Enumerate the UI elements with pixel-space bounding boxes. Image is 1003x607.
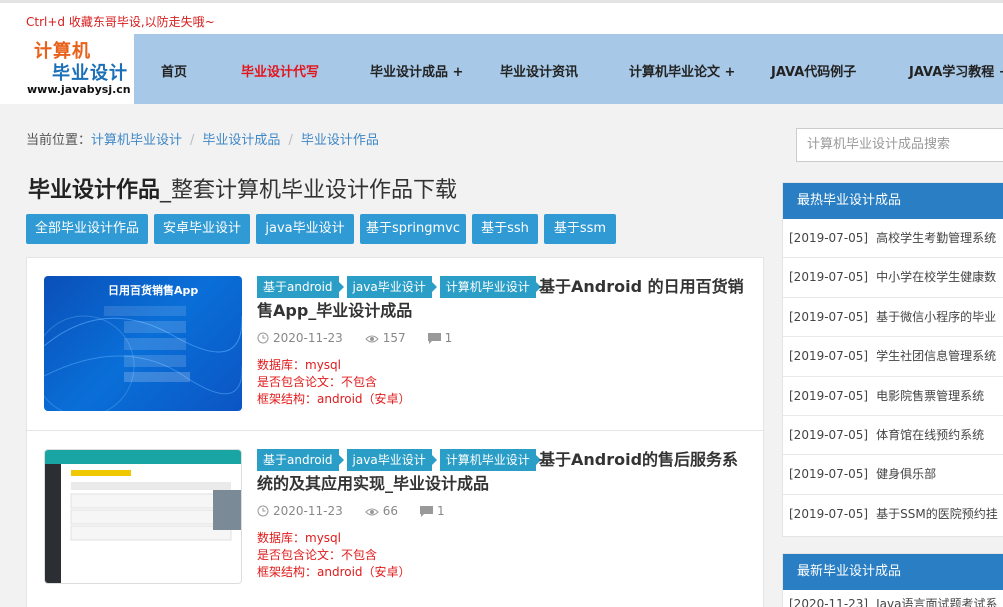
logo-domain: www.javabysj.cn: [27, 83, 131, 96]
nav-java-tutorials[interactable]: JAVA学习教程 +: [909, 61, 1003, 80]
nav-design-news[interactable]: 毕业设计资讯: [500, 61, 578, 80]
hot-list-item[interactable]: [2019-07-05] 基于微信小程序的毕业: [783, 298, 1003, 338]
thumbnail-title: 日用百货销售App: [108, 284, 199, 297]
nav-finished-designs[interactable]: 毕业设计成品 +: [370, 61, 463, 80]
breadcrumb-separator: /: [190, 133, 195, 148]
list-item: 基于android java毕业设计 计算机毕业设计 基于Android的售后服务系…: [27, 430, 763, 602]
hot-panel-title: 最热毕业设计成品: [783, 183, 1003, 219]
item-date: 2020-11-23: [257, 504, 343, 518]
item-date: 2020-11-23: [257, 331, 343, 345]
breadcrumb-link-3[interactable]: 毕业设计作品: [301, 133, 379, 148]
item-info: 数据库：mysql 是否包含论文：不包含 框架结构：android（安卓）: [257, 530, 411, 581]
nav-java-examples[interactable]: JAVA代码例子: [771, 61, 856, 80]
filter-springmvc[interactable]: 基于springmvc: [360, 214, 466, 244]
thumbnail-graphic: [45, 450, 241, 583]
item-title[interactable]: 基于Android 的日用百货销售App_毕业设计成品: [257, 275, 747, 323]
page-title: 毕业设计作品_整套计算机毕业设计作品下载: [28, 172, 457, 204]
logo-line-2: 毕业设计: [52, 63, 128, 84]
site-logo[interactable]: 计算机 毕业设计 www.javabysj.cn: [0, 34, 134, 104]
sidebar-search-input[interactable]: 计算机毕业设计成品搜索: [796, 128, 1003, 162]
page-title-sub: _整套计算机毕业设计作品下载: [160, 178, 458, 203]
clock-icon: [257, 505, 269, 517]
item-thumbnail[interactable]: 日用百货销售App: [44, 276, 242, 411]
filter-ssm[interactable]: 基于ssm: [544, 214, 616, 244]
item-info: 数据库：mysql 是否包含论文：不包含 框架结构：android（安卓）: [257, 357, 411, 408]
bookmark-tip: Ctrl+d 收藏东哥毕设,以防走失哦~: [26, 15, 215, 29]
comment-icon: [427, 333, 441, 344]
list-item: 日用百货销售App 基于android java毕业设计 计算机毕业设计 基于And…: [27, 258, 763, 430]
item-thumbnail[interactable]: [44, 449, 242, 584]
breadcrumb: 当前位置：计算机毕业设计 / 毕业设计成品 / 毕业设计作品: [26, 129, 379, 148]
hot-list-item[interactable]: [2019-07-05] 中小学在校学生健康数: [783, 258, 1003, 298]
item-database: 数据库：mysql: [257, 531, 341, 545]
item-thesis: 是否包含论文：不包含: [257, 375, 378, 389]
newest-panel: 最新毕业设计成品 [2020-11-23] Java语言面试题考试系: [782, 553, 1003, 607]
item-title[interactable]: 基于Android的售后服务系统的及其应用实现_毕业设计成品: [257, 448, 747, 496]
item-framework: 框架结构：android（安卓）: [257, 565, 411, 579]
item-views: 157: [365, 331, 406, 345]
item-thesis: 是否包含论文：不包含: [257, 548, 378, 562]
item-meta: 2020-11-23 157 1: [257, 331, 474, 345]
filter-all[interactable]: 全部毕业设计作品: [26, 214, 148, 244]
hot-list-item[interactable]: [2019-07-05] 健身俱乐部: [783, 455, 1003, 495]
eye-icon: [365, 335, 379, 343]
newest-panel-title: 最新毕业设计成品: [783, 554, 1003, 590]
hot-list-item[interactable]: [2019-07-05] 高校学生考勤管理系统: [783, 219, 1003, 259]
hot-list-item[interactable]: [2019-07-05] 学生社团信息管理系统: [783, 337, 1003, 377]
breadcrumb-link-1[interactable]: 计算机毕业设计: [91, 133, 182, 148]
hot-list-item[interactable]: [2019-07-05] 体育馆在线预约系统: [783, 416, 1003, 456]
item-comments: 1: [420, 504, 445, 518]
hot-list-item[interactable]: [2019-07-05] 基于SSM的医院预约挂: [783, 495, 1003, 534]
filter-android[interactable]: 安卓毕业设计: [154, 214, 250, 244]
item-comments: 1: [427, 331, 452, 345]
eye-icon: [365, 508, 379, 516]
comment-icon: [420, 506, 434, 517]
item-meta: 2020-11-23 66 1: [257, 504, 467, 518]
article-list: 日用百货销售App 基于android java毕业设计 计算机毕业设计 基于And…: [26, 257, 764, 607]
breadcrumb-prefix: 当前位置：: [26, 133, 92, 148]
breadcrumb-separator: /: [288, 133, 293, 148]
clock-icon: [257, 332, 269, 344]
hot-panel: 最热毕业设计成品 [2019-07-05] 高校学生考勤管理系统 [2019-07…: [782, 182, 1003, 537]
top-notice-bar: Ctrl+d 收藏东哥毕设,以防走失哦~: [0, 0, 1003, 34]
nav-design-service[interactable]: 毕业设计代写: [241, 61, 319, 80]
breadcrumb-link-2[interactable]: 毕业设计成品: [202, 133, 280, 148]
item-database: 数据库：mysql: [257, 358, 341, 372]
newest-list-item[interactable]: [2020-11-23] Java语言面试题考试系: [783, 590, 1003, 607]
filter-ssh[interactable]: 基于ssh: [472, 214, 538, 244]
item-framework: 框架结构：android（安卓）: [257, 392, 411, 406]
site-header: 计算机 毕业设计 www.javabysj.cn 首页 毕业设计代写 毕业设计成…: [0, 34, 1003, 104]
main-nav: 首页 毕业设计代写 毕业设计成品 + 毕业设计资讯 计算机毕业论文 + JAVA…: [134, 34, 1003, 104]
item-views: 66: [365, 504, 398, 518]
nav-home[interactable]: 首页: [161, 61, 187, 80]
page-title-main: 毕业设计作品: [28, 178, 161, 203]
nav-thesis[interactable]: 计算机毕业论文 +: [629, 61, 735, 80]
filter-java[interactable]: java毕业设计: [256, 214, 354, 244]
hot-list-item[interactable]: [2019-07-05] 电影院售票管理系统: [783, 377, 1003, 416]
